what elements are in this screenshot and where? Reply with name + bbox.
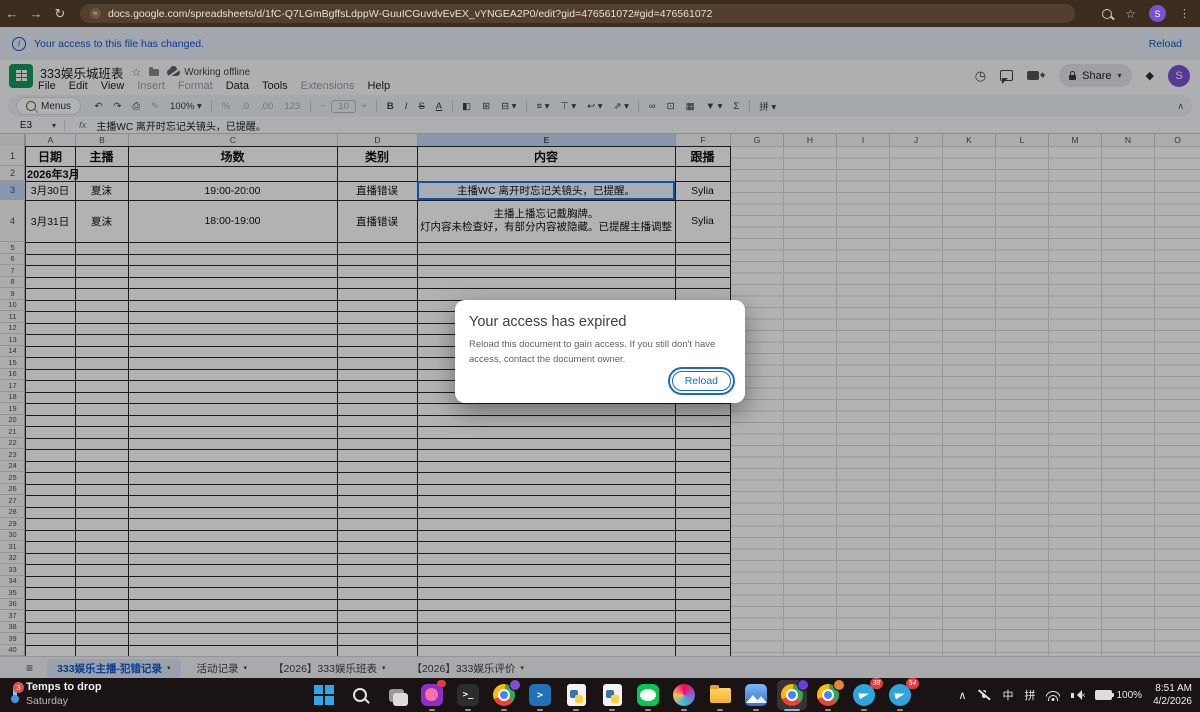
ime-chinese-indicator[interactable]: 中: [1002, 687, 1013, 703]
taskbar-app-chrome-profile[interactable]: [489, 680, 519, 710]
running-indicator: [861, 709, 867, 711]
taskbar-app-python-file[interactable]: [597, 680, 627, 710]
access-expired-dialog: Your access has expired Reload this docu…: [455, 300, 745, 403]
browser-chrome: ← → ↻ ≈ docs.google.com/spreadsheets/d/1…: [0, 0, 1200, 27]
tray-date: 4/2/2026: [1153, 695, 1192, 708]
taskbar-app-chrome-active[interactable]: [777, 680, 807, 710]
forward-icon[interactable]: →: [24, 6, 48, 21]
browser-avatar[interactable]: S: [1149, 5, 1166, 22]
notification-badge: 38: [870, 678, 883, 689]
taskbar-app-photos[interactable]: [741, 680, 771, 710]
screen: ← → ↻ ≈ docs.google.com/spreadsheets/d/1…: [0, 0, 1200, 712]
browser-menu-icon[interactable]: ⋮: [1179, 7, 1190, 20]
taskbar-app-copilot[interactable]: [669, 680, 699, 710]
running-indicator: [717, 709, 723, 711]
url-text: docs.google.com/spreadsheets/d/1fC-Q7LGm…: [108, 8, 712, 20]
thermometer-icon: 3: [10, 685, 18, 703]
battery-indicator[interactable]: 100%: [1095, 690, 1142, 701]
address-bar[interactable]: ≈ docs.google.com/spreadsheets/d/1fC-Q7L…: [80, 4, 1075, 23]
running-indicator: [465, 709, 471, 711]
site-info-icon[interactable]: ≈: [90, 8, 101, 19]
taskbar-app-python-file[interactable]: [561, 680, 591, 710]
running-indicator: [429, 709, 435, 711]
dialog-body: Reload this document to gain access. If …: [469, 338, 731, 367]
running-indicator: [501, 709, 507, 711]
taskbar-apps: >_>3854: [306, 680, 918, 710]
running-indicator: [645, 709, 651, 711]
taskbar-app-chat-app[interactable]: [417, 680, 447, 710]
dialog-title: Your access has expired: [469, 314, 731, 330]
bookmark-star-icon[interactable]: ☆: [1125, 7, 1136, 21]
taskbar-app-terminal[interactable]: >_: [453, 680, 483, 710]
taskbar-app-powershell[interactable]: >: [525, 680, 555, 710]
reload-icon[interactable]: ↻: [48, 6, 72, 22]
tray-time: 8:51 AM: [1153, 682, 1192, 695]
running-indicator: [753, 709, 759, 711]
running-indicator: [897, 709, 903, 711]
taskbar-app-search[interactable]: [345, 680, 375, 710]
taskbar-app-line[interactable]: [633, 680, 663, 710]
tray-chevron-icon[interactable]: ∧: [958, 689, 966, 702]
volume-muted-icon[interactable]: ×: [1071, 690, 1084, 701]
running-indicator: [573, 709, 579, 711]
notification-badge: [437, 680, 446, 687]
wifi-icon[interactable]: [1046, 690, 1060, 701]
running-indicator: [537, 709, 543, 711]
running-indicator: [825, 709, 831, 711]
taskbar-app-task-view[interactable]: [381, 680, 411, 710]
taskbar-app-file-explorer[interactable]: [705, 680, 735, 710]
ime-pinyin-indicator[interactable]: 拼: [1024, 687, 1035, 703]
weather-widget[interactable]: 3 Temps to drop Saturday: [10, 681, 102, 708]
taskbar: 3 Temps to drop Saturday >_>3854 ∧ 中 拼 ×…: [0, 678, 1200, 712]
system-tray: ∧ 中 拼 × 100% 8:51 AM 4/2/2026: [958, 678, 1192, 712]
taskbar-app-telegram[interactable]: 38: [849, 680, 879, 710]
mic-muted-icon[interactable]: [977, 689, 991, 701]
clock[interactable]: 8:51 AM 4/2/2026: [1153, 682, 1192, 708]
weather-headline: Temps to drop: [26, 681, 102, 695]
taskbar-app-chrome-profile2[interactable]: [813, 680, 843, 710]
taskbar-app-start[interactable]: [309, 680, 339, 710]
taskbar-app-telegram[interactable]: 54: [885, 680, 915, 710]
notification-badge: 54: [906, 678, 919, 689]
reload-button[interactable]: Reload: [672, 371, 731, 391]
running-indicator: [784, 709, 800, 711]
back-icon[interactable]: ←: [0, 6, 24, 21]
battery-icon: [1095, 690, 1112, 700]
running-indicator: [681, 709, 687, 711]
weather-badge: 3: [13, 682, 24, 693]
weather-subline: Saturday: [26, 695, 102, 708]
running-indicator: [609, 709, 615, 711]
zoom-search-icon[interactable]: [1102, 9, 1112, 19]
